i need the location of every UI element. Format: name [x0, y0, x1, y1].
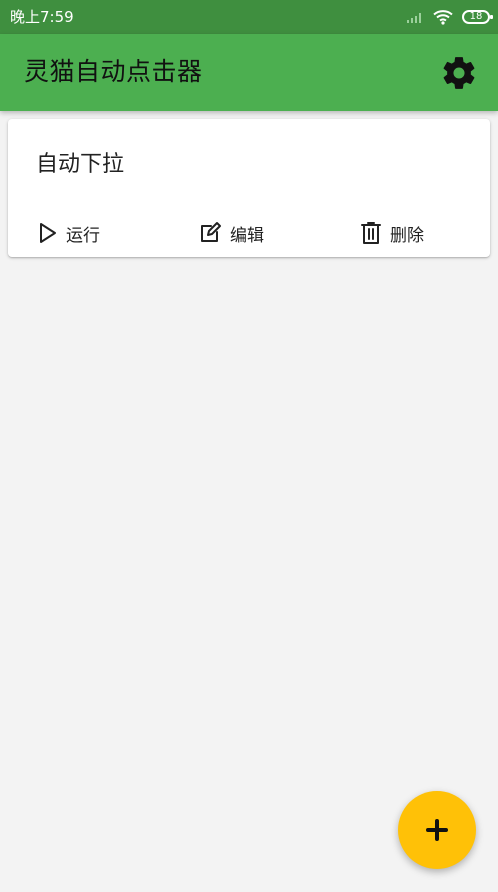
plus-icon	[426, 819, 448, 841]
settings-button[interactable]	[438, 52, 480, 94]
signal-icon	[407, 13, 421, 23]
edit-icon	[201, 222, 221, 242]
status-time: 晚上7:59	[10, 8, 74, 26]
app-title: 灵猫自动点击器	[24, 57, 203, 86]
delete-button[interactable]: 删除	[360, 219, 424, 247]
play-icon	[40, 223, 56, 243]
trash-icon	[361, 222, 381, 244]
wifi-icon	[433, 10, 453, 25]
status-icons: 18	[406, 7, 493, 27]
delete-label: 删除	[390, 225, 424, 246]
app-bar: 灵猫自动点击器	[0, 34, 498, 111]
add-task-button[interactable]	[398, 791, 476, 869]
edit-button[interactable]: 编辑	[198, 219, 264, 247]
battery-icon: 18	[462, 10, 493, 24]
run-label: 运行	[66, 225, 100, 246]
run-button[interactable]: 运行	[38, 219, 100, 247]
status-bar: 晚上7:59 18	[0, 0, 498, 34]
edit-label: 编辑	[230, 225, 264, 246]
task-title: 自动下拉	[36, 152, 125, 177]
task-card: 自动下拉 运行 编辑 删除	[8, 119, 490, 257]
gear-icon	[443, 57, 475, 89]
